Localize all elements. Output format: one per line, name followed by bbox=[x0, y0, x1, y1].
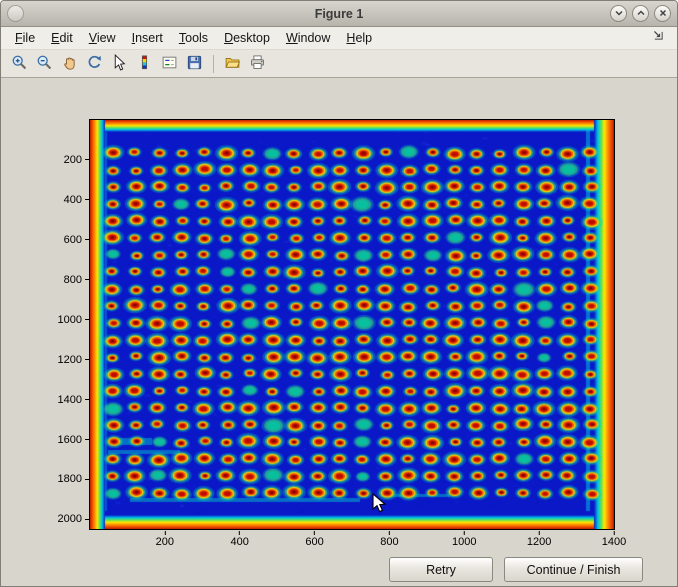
zoom-in-button[interactable] bbox=[8, 52, 31, 75]
figure-window: Figure 1 FileEditViewInsertToolsDesktopW… bbox=[0, 0, 678, 587]
chevron-up-icon bbox=[636, 5, 646, 23]
x-axis-ticks: 200400600800100012001400 bbox=[89, 531, 615, 551]
y-tick-label: 1000 bbox=[58, 314, 89, 326]
rotate-3d-icon bbox=[86, 54, 103, 74]
menu-window[interactable]: Window bbox=[278, 28, 338, 48]
y-tick-label: 1200 bbox=[58, 354, 89, 366]
zoom-out-button[interactable] bbox=[33, 52, 56, 75]
menu-insert[interactable]: Insert bbox=[124, 28, 171, 48]
menu-bar: FileEditViewInsertToolsDesktopWindowHelp bbox=[1, 27, 677, 50]
menu-help[interactable]: Help bbox=[338, 28, 380, 48]
title-bar: Figure 1 bbox=[1, 1, 677, 27]
axes-plot-area[interactable] bbox=[89, 119, 615, 530]
y-tick-label: 2000 bbox=[58, 513, 89, 525]
x-tick-label: 200 bbox=[156, 531, 174, 548]
dock-figure-button[interactable] bbox=[646, 27, 671, 49]
x-tick-label: 1200 bbox=[527, 531, 551, 548]
colorbar-icon bbox=[136, 54, 153, 74]
open-button[interactable] bbox=[221, 52, 244, 75]
y-tick-label: 200 bbox=[64, 154, 89, 166]
menu-tools[interactable]: Tools bbox=[171, 28, 216, 48]
chevron-down-icon bbox=[614, 5, 624, 23]
x-tick-label: 600 bbox=[305, 531, 323, 548]
pan-button[interactable] bbox=[58, 52, 81, 75]
dock-arrow-icon bbox=[652, 29, 665, 47]
save-icon bbox=[186, 54, 203, 74]
x-tick-label: 1000 bbox=[452, 531, 476, 548]
toolbar-separator bbox=[213, 55, 214, 73]
shade-button[interactable] bbox=[610, 5, 627, 22]
y-tick-label: 1600 bbox=[58, 434, 89, 446]
window-menu-button[interactable] bbox=[7, 5, 24, 22]
menu-view[interactable]: View bbox=[81, 28, 124, 48]
window-title: Figure 1 bbox=[1, 7, 677, 21]
data-cursor-button[interactable] bbox=[108, 52, 131, 75]
print-button[interactable] bbox=[246, 52, 269, 75]
insert-legend-icon bbox=[161, 54, 178, 74]
close-icon bbox=[658, 5, 668, 23]
insert-legend-button[interactable] bbox=[158, 52, 181, 75]
menu-desktop[interactable]: Desktop bbox=[216, 28, 278, 48]
zoom-out-icon bbox=[36, 54, 53, 74]
rotate-3d-button[interactable] bbox=[83, 52, 106, 75]
retry-button[interactable]: Retry bbox=[389, 557, 493, 582]
save-button[interactable] bbox=[183, 52, 206, 75]
plot-canvas[interactable] bbox=[90, 120, 614, 529]
y-tick-label: 400 bbox=[64, 194, 89, 206]
y-tick-label: 1400 bbox=[58, 394, 89, 406]
maximize-button[interactable] bbox=[632, 5, 649, 22]
figure-canvas-area: 200 400 600 800 1000 1200 1400 1600 1800 2000 200… bbox=[1, 78, 677, 586]
x-tick-label: 800 bbox=[380, 531, 398, 548]
print-icon bbox=[249, 54, 266, 74]
y-tick-label: 1800 bbox=[58, 473, 89, 485]
figure-toolbar bbox=[1, 50, 677, 78]
pan-icon bbox=[61, 54, 78, 74]
close-button[interactable] bbox=[654, 5, 671, 22]
colorbar-button[interactable] bbox=[133, 52, 156, 75]
open-icon bbox=[224, 54, 241, 74]
y-axis-ticks: 200 400 600 800 1000 1200 1400 1600 1800 2000 bbox=[1, 119, 89, 530]
menu-edit[interactable]: Edit bbox=[43, 28, 81, 48]
continue-finish-button[interactable]: Continue / Finish bbox=[504, 557, 643, 582]
x-tick-label: 1400 bbox=[602, 531, 626, 548]
x-tick-label: 400 bbox=[231, 531, 249, 548]
zoom-in-icon bbox=[11, 54, 28, 74]
y-tick-label: 800 bbox=[64, 274, 89, 286]
menu-file[interactable]: File bbox=[7, 28, 43, 48]
y-tick-label: 600 bbox=[64, 234, 89, 246]
data-cursor-icon bbox=[111, 54, 128, 74]
